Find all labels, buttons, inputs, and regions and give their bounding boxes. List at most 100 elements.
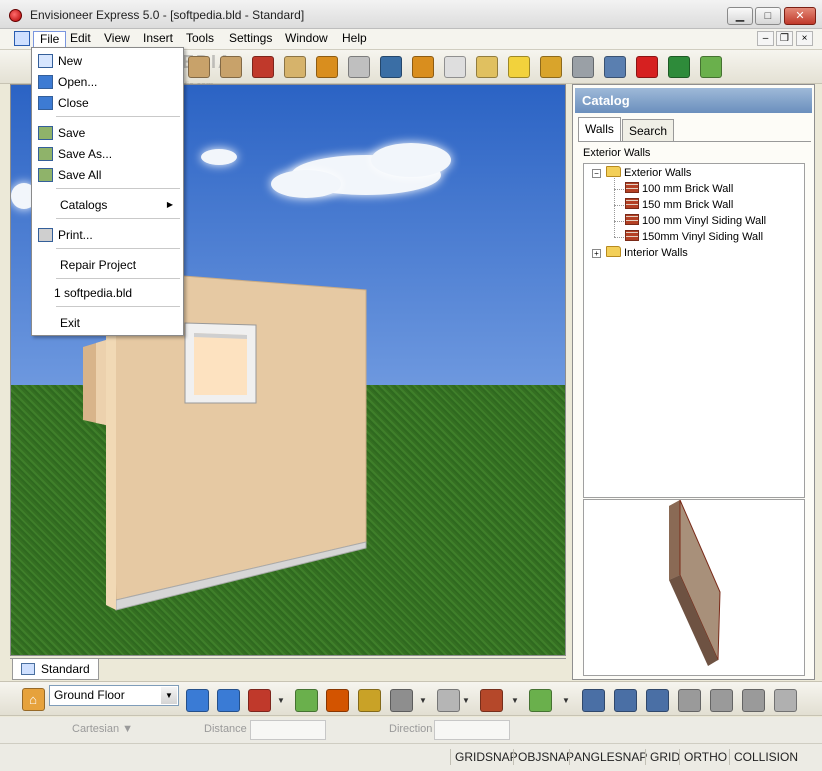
dropdown-arrow-icon[interactable]: ▼ [511, 696, 519, 705]
status-collision[interactable]: COLLISION [729, 749, 802, 765]
catalog-book-tool-button[interactable] [538, 54, 564, 80]
menu-item-save-as[interactable]: Save As... [34, 144, 181, 164]
floor-select[interactable]: Ground Floor ▼ [49, 685, 179, 706]
walkthrough-button[interactable] [293, 687, 319, 713]
tree-node-label: Exterior Walls [624, 167, 692, 179]
door-tool-button[interactable] [314, 54, 340, 80]
menu-tools[interactable]: Tools [180, 31, 220, 48]
direction-label: Direction [389, 723, 433, 735]
verify-button[interactable] [527, 687, 553, 713]
stairs-tool-button[interactable] [282, 54, 308, 80]
zoom-extents-button[interactable] [740, 687, 766, 713]
door-icon [316, 56, 338, 78]
view-3d-button[interactable] [246, 687, 272, 713]
menu-item-print[interactable]: Print... [34, 225, 181, 245]
chevron-down-icon[interactable]: ▼ [161, 687, 177, 704]
status-gridsnap[interactable]: GRIDSNAP [450, 749, 522, 765]
menu-insert[interactable]: Insert [137, 31, 179, 48]
view-2d-alt-button[interactable] [215, 687, 241, 713]
menu-file[interactable]: File [33, 31, 67, 48]
floor-icon [220, 56, 242, 78]
brick-wall-icon [625, 214, 639, 225]
import-tool-button[interactable] [698, 54, 724, 80]
hand-button[interactable] [772, 687, 798, 713]
tree-item-wall[interactable]: 100 mm Brick Wall [625, 181, 733, 197]
menu-help[interactable]: Help [336, 31, 373, 48]
dropdown-arrow-icon[interactable]: ▼ [277, 696, 285, 705]
wall-tool-button[interactable] [186, 54, 212, 80]
zoom-out-button[interactable] [612, 687, 638, 713]
tree-node-exterior-walls[interactable]: Exterior Walls [606, 165, 691, 181]
menu-item-save-all[interactable]: Save All [34, 165, 181, 185]
distance-input[interactable] [250, 720, 326, 740]
menu-settings[interactable]: Settings [223, 31, 278, 48]
brick-button[interactable] [478, 687, 504, 713]
tree-node-interior-walls[interactable]: Interior Walls [606, 245, 688, 261]
doc-close-button[interactable]: × [796, 31, 813, 46]
camera-button[interactable] [388, 687, 414, 713]
menu-edit[interactable]: Edit [64, 31, 97, 48]
cabinet-icon [348, 56, 370, 78]
zoom-in-button[interactable] [580, 687, 606, 713]
doc-minimize-button[interactable]: – [757, 31, 774, 46]
expand-icon[interactable]: + [592, 249, 601, 258]
zoom-fit-button[interactable] [644, 687, 670, 713]
minimize-button[interactable]: ▁ [727, 7, 753, 25]
menu-item-exit[interactable]: Exit [34, 313, 181, 333]
zoom-window-icon [677, 688, 701, 712]
status-ortho[interactable]: ORTHO [679, 749, 731, 765]
help-tool-button[interactable] [506, 54, 532, 80]
collapse-icon[interactable]: − [592, 169, 601, 178]
home-icon [325, 688, 349, 712]
dropdown-arrow-icon[interactable]: ▼ [419, 696, 427, 705]
window-tool-button[interactable] [378, 54, 404, 80]
tab-search[interactable]: Search [622, 119, 675, 141]
fixture-tool-button[interactable] [474, 54, 500, 80]
person-tool-button[interactable] [602, 54, 628, 80]
tree-item-wall[interactable]: 150mm Vinyl Siding Wall [625, 229, 763, 245]
zoom-pan-button[interactable] [708, 687, 734, 713]
tools-tool-button[interactable] [570, 54, 596, 80]
floor-manager-button[interactable]: ⌂ [20, 686, 46, 712]
maximize-button[interactable]: □ [755, 7, 781, 25]
cabinet-tool-button[interactable] [346, 54, 372, 80]
zoom-window-button[interactable] [676, 687, 702, 713]
menu-item-catalogs[interactable]: Catalogs ▶ [34, 195, 181, 215]
roof-tool-button[interactable] [250, 54, 276, 80]
tab-walls[interactable]: Walls [578, 117, 621, 141]
filter-button[interactable] [356, 687, 382, 713]
menu-item-repair-project[interactable]: Repair Project [34, 255, 181, 275]
tree-item-wall[interactable]: 100 mm Vinyl Siding Wall [625, 213, 766, 229]
menu-item-open[interactable]: Open... [34, 72, 181, 92]
fence-button[interactable] [435, 687, 461, 713]
close-button[interactable]: ✕ [784, 7, 816, 25]
menu-view[interactable]: View [98, 31, 136, 48]
coord-mode[interactable]: Cartesian ▼ [72, 723, 133, 735]
menu-window[interactable]: Window [279, 31, 334, 48]
distance-label: Distance [204, 723, 247, 735]
tab-standard[interactable]: Standard [12, 659, 99, 680]
menu-item-new[interactable]: New [34, 51, 181, 71]
coordinate-bar: Cartesian ▼ Distance Direction [0, 717, 822, 743]
app-icon[interactable] [9, 9, 22, 22]
floor-tool-button[interactable] [218, 54, 244, 80]
menu-item-recent-file[interactable]: 1 softpedia.bld [34, 283, 181, 303]
tree-item-wall[interactable]: 150 mm Brick Wall [625, 197, 733, 213]
menu-item-save[interactable]: Save [34, 123, 181, 143]
direction-input[interactable] [434, 720, 510, 740]
hand-icon [773, 688, 797, 712]
document-window-icon[interactable] [14, 31, 30, 46]
lamp-tool-button[interactable] [442, 54, 468, 80]
status-anglesnap[interactable]: ANGLESNAP [569, 749, 651, 765]
home-button[interactable] [324, 687, 350, 713]
catalog-tree[interactable]: − Exterior Walls 100 mm Brick Wall 150 m… [583, 163, 805, 498]
undo-arrow-tool-button[interactable] [634, 54, 660, 80]
view-2d-button[interactable] [184, 687, 210, 713]
landscape-tool-button[interactable] [666, 54, 692, 80]
submenu-arrow-icon: ▶ [166, 200, 173, 209]
doc-restore-button[interactable]: ❐ [776, 31, 793, 46]
dropdown-arrow-icon[interactable]: ▼ [562, 696, 570, 705]
chair-tool-button[interactable] [410, 54, 436, 80]
dropdown-arrow-icon[interactable]: ▼ [462, 696, 470, 705]
menu-item-close[interactable]: Close [34, 93, 181, 113]
